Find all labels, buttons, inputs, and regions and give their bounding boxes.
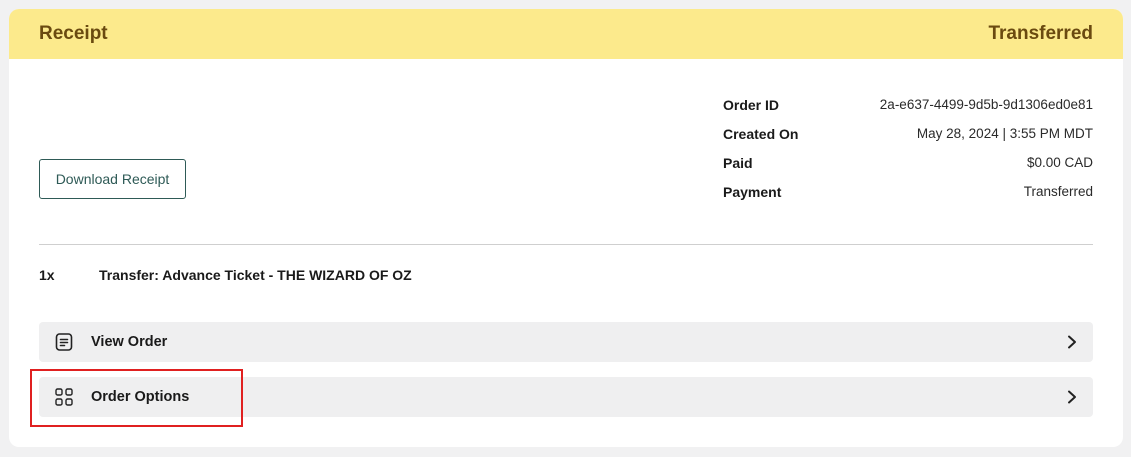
created-on-label: Created On bbox=[723, 125, 799, 142]
paid-label: Paid bbox=[723, 154, 753, 171]
paid-row: Paid $0.00 CAD bbox=[723, 148, 1093, 177]
download-receipt-button[interactable]: Download Receipt bbox=[39, 159, 186, 199]
receipt-header: Receipt Transferred bbox=[9, 9, 1123, 59]
payment-value: Transferred bbox=[1023, 184, 1093, 199]
created-on-row: Created On May 28, 2024 | 3:55 PM MDT bbox=[723, 119, 1093, 148]
order-id-row: Order ID 2a-e637-4499-9d5b-9d1306ed0e81 bbox=[723, 90, 1093, 119]
order-id-value: 2a-e637-4499-9d5b-9d1306ed0e81 bbox=[879, 97, 1093, 112]
divider bbox=[39, 244, 1093, 245]
order-options-label: Order Options bbox=[91, 389, 190, 405]
receipt-title: Receipt bbox=[39, 23, 108, 44]
grid-icon bbox=[53, 386, 75, 408]
view-order-button[interactable]: View Order bbox=[39, 322, 1093, 362]
line-item-description: Transfer: Advance Ticket - THE WIZARD OF… bbox=[99, 267, 412, 283]
order-id-label: Order ID bbox=[723, 96, 780, 113]
document-list-icon bbox=[53, 331, 75, 353]
chevron-right-icon bbox=[1065, 390, 1079, 404]
line-item: 1x Transfer: Advance Ticket - THE WIZARD… bbox=[39, 267, 412, 283]
line-item-qty: 1x bbox=[39, 267, 55, 283]
paid-value: $0.00 CAD bbox=[1026, 155, 1093, 170]
receipt-status: Transferred bbox=[988, 23, 1093, 44]
order-details: Order ID 2a-e637-4499-9d5b-9d1306ed0e81 … bbox=[723, 90, 1093, 206]
view-order-label: View Order bbox=[91, 334, 168, 350]
created-on-value: May 28, 2024 | 3:55 PM MDT bbox=[916, 126, 1093, 141]
chevron-right-icon bbox=[1065, 335, 1079, 349]
payment-label: Payment bbox=[723, 183, 782, 200]
receipt-card: Receipt Transferred Download Receipt Ord… bbox=[9, 9, 1123, 447]
order-options-button[interactable]: Order Options bbox=[39, 377, 1093, 417]
payment-row: Payment Transferred bbox=[723, 177, 1093, 206]
